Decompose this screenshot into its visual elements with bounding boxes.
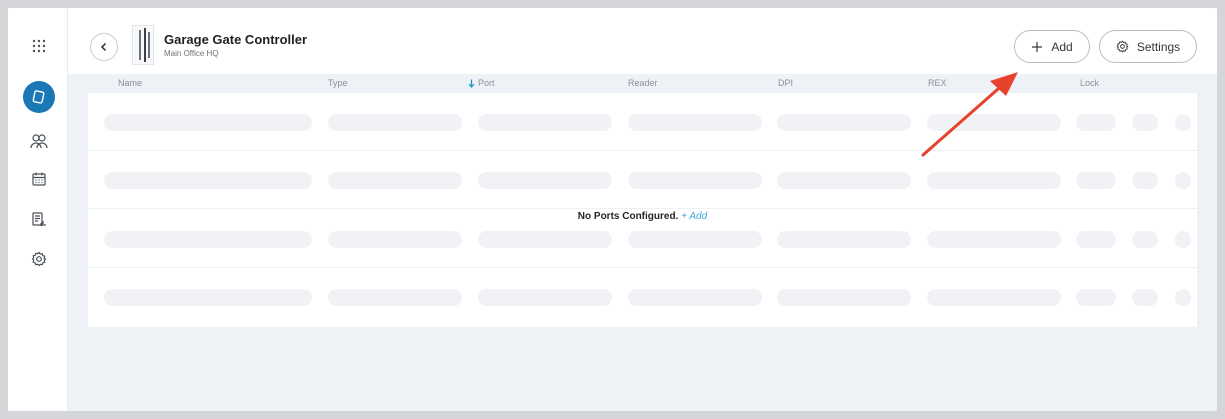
sidebar xyxy=(8,8,68,411)
skeleton-row xyxy=(88,93,1197,151)
page-header: Garage Gate Controller Main Office HQ Ad… xyxy=(68,8,1217,74)
badge-card-icon[interactable] xyxy=(23,81,55,113)
users-icon[interactable] xyxy=(23,125,55,157)
plus-icon xyxy=(1032,41,1043,52)
table-body: No Ports Configured. + Add xyxy=(88,93,1197,327)
gear-icon[interactable] xyxy=(23,243,55,275)
main-content: Garage Gate Controller Main Office HQ Ad… xyxy=(68,8,1217,411)
skeleton-row xyxy=(88,151,1197,209)
empty-state-message: No Ports Configured. xyxy=(577,211,679,222)
apps-grid-icon[interactable] xyxy=(23,30,55,62)
column-header-lock[interactable]: Lock xyxy=(1080,78,1099,88)
add-button[interactable]: Add xyxy=(1014,30,1090,63)
back-button[interactable] xyxy=(90,33,118,61)
gear-icon xyxy=(1116,40,1129,53)
column-header-port-label: Port xyxy=(478,78,495,88)
reports-icon[interactable] xyxy=(23,203,55,235)
chevron-left-icon xyxy=(100,42,107,52)
table-header: Name Type Port Reader DPI REX Lock xyxy=(88,74,1197,93)
column-header-port[interactable]: Port xyxy=(468,78,495,88)
column-header-type[interactable]: Type xyxy=(328,78,348,88)
column-header-reader[interactable]: Reader xyxy=(628,78,658,88)
column-header-dpi[interactable]: DPI xyxy=(778,78,793,88)
app-frame: Garage Gate Controller Main Office HQ Ad… xyxy=(8,8,1217,411)
empty-state: No Ports Configured. + Add xyxy=(88,211,1197,222)
column-header-rex[interactable]: REX xyxy=(928,78,947,88)
empty-state-add-link[interactable]: + Add xyxy=(681,211,707,222)
skeleton-row xyxy=(88,268,1197,326)
add-button-label: Add xyxy=(1051,39,1073,54)
sort-arrow-down-icon xyxy=(468,79,475,88)
settings-button-label: Settings xyxy=(1136,39,1181,54)
column-header-name[interactable]: Name xyxy=(118,78,142,88)
calendar-icon[interactable] xyxy=(23,163,55,195)
page-subtitle: Main Office HQ xyxy=(164,49,219,58)
device-thumbnail xyxy=(132,25,154,65)
page-title: Garage Gate Controller xyxy=(164,32,308,47)
settings-button[interactable]: Settings xyxy=(1099,30,1197,63)
